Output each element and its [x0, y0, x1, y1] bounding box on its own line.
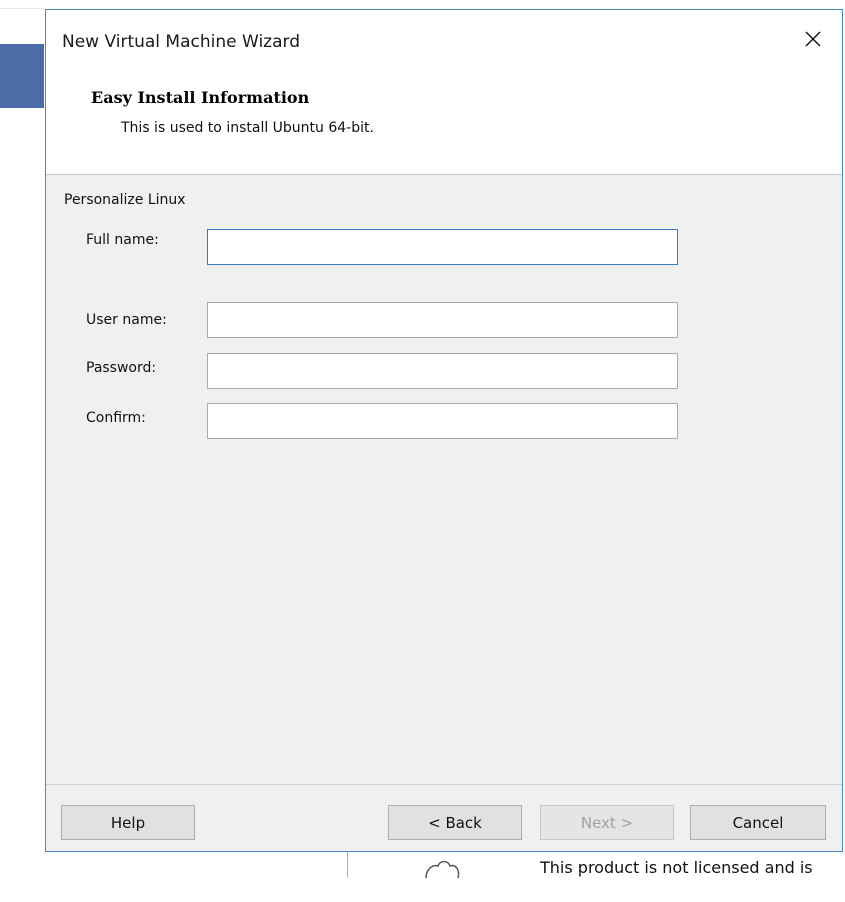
section-label: Personalize Linux — [64, 192, 186, 208]
dialog-titlebar: New Virtual Machine Wizard — [46, 10, 842, 76]
background-pane-divider — [347, 852, 348, 878]
password-label: Password: — [86, 360, 157, 376]
background-divider — [0, 8, 44, 9]
wizard-header: Easy Install Information This is used to… — [46, 76, 842, 175]
new-vm-wizard-dialog: New Virtual Machine Wizard Easy Install … — [45, 9, 843, 852]
close-icon — [804, 30, 822, 52]
confirm-label: Confirm: — [86, 410, 146, 426]
product-logo-icon — [420, 858, 464, 898]
user-name-label: User name: — [86, 312, 167, 328]
background-app-panel — [0, 44, 44, 108]
close-button[interactable] — [798, 26, 828, 56]
next-button[interactable]: Next > — [540, 805, 674, 840]
full-name-label: Full name: — [86, 232, 159, 248]
cancel-button[interactable]: Cancel — [690, 805, 826, 840]
dialog-title: New Virtual Machine Wizard — [62, 32, 300, 52]
confirm-password-input[interactable] — [207, 403, 678, 439]
license-notice: This product is not licensed and is — [540, 858, 813, 877]
password-input[interactable] — [207, 353, 678, 389]
full-name-input[interactable] — [207, 229, 678, 265]
help-button[interactable]: Help — [61, 805, 195, 840]
user-name-input[interactable] — [207, 302, 678, 338]
footer-divider — [46, 784, 842, 785]
page-title: Easy Install Information — [91, 88, 310, 107]
page-subtitle: This is used to install Ubuntu 64-bit. — [121, 120, 374, 136]
back-button[interactable]: < Back — [388, 805, 522, 840]
